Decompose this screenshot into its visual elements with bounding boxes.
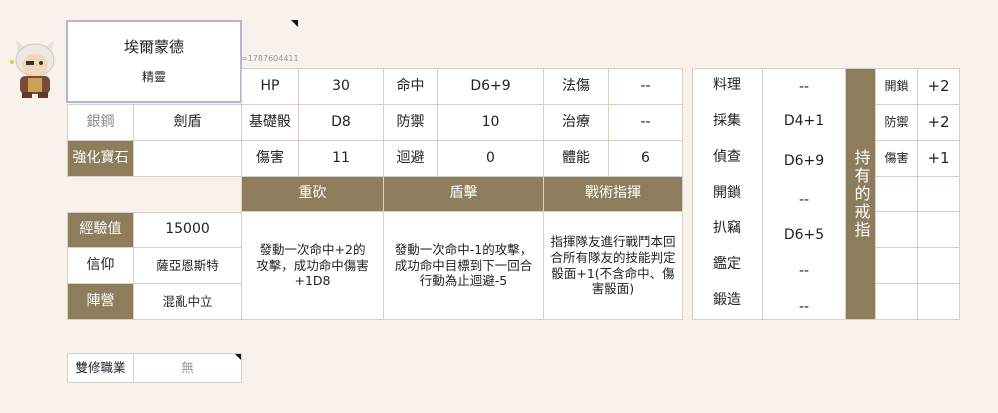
life-skill-label: 扒竊 [713,220,741,237]
life-skill-value: -- [798,192,810,209]
skill-desc: 發動一次命中+2的攻擊，成功命中傷害+1D8 [241,211,384,320]
stam-label: 體能 [543,140,609,177]
character-name: 埃爾蒙德 [123,37,184,56]
hit-label: 命中 [383,68,438,105]
ring-label: 防禦 [875,104,918,141]
dual-class-label: 雙修職業 [67,353,134,383]
skill-name: 戰術指揮 [543,176,683,212]
base-dice-value: D8 [298,104,384,141]
life-skill-value: -- [798,299,810,316]
stam-value: 6 [608,140,683,177]
exp-label: 經驗值 [67,212,134,248]
ring-empty-cell [875,211,918,248]
life-skill-value: -- [798,263,810,280]
ring-empty-cell [917,247,960,284]
ring-empty-cell [917,283,960,320]
dmg-label: 傷害 [241,140,299,177]
def-label: 防禦 [383,104,438,141]
rank-value: 劍盾 [133,104,242,141]
skill-desc: 指揮隊友進行戰鬥本回合所有隊友的技能判定骰面+1(不含命中、傷害骰面) [543,211,683,320]
heal-value: -- [608,104,683,141]
hp-value: 30 [298,68,384,105]
life-skill-label: 偵查 [713,149,741,166]
life-skill-label: 料理 [713,77,741,94]
eva-label: 迴避 [383,140,438,177]
life-skill-value: D6+9 [783,153,825,170]
gem-value[interactable] [133,140,242,177]
avatar-icon [10,40,55,98]
ring-value: +2 [917,104,960,141]
life-skill-label: 開鎖 [713,185,741,202]
faith-label: 信仰 [67,247,134,284]
life-skill-label: 鍛造 [713,292,741,309]
base-dice-label: 基礎骰 [241,104,299,141]
ring-label: 傷害 [875,140,918,177]
faith-value: 薩亞恩斯特 [133,247,242,284]
mdmg-value: -- [608,68,683,105]
marker-icon [291,20,298,27]
life-skill-label: 鑑定 [713,256,741,273]
character-race: 精靈 [141,70,166,85]
heal-label: 治療 [543,104,609,141]
eva-value: 0 [437,140,544,177]
ring-empty-cell [875,176,918,212]
dual-class-value[interactable]: 無 [133,353,242,383]
mdmg-label: 法傷 [543,68,609,105]
ring-empty-cell [875,247,918,284]
ring-value: +2 [917,68,960,105]
life-skill-label: 採集 [713,113,741,130]
life-skill-value: D6+5 [783,227,825,244]
dmg-value: 11 [298,140,384,177]
ring-empty-cell [875,283,918,320]
life-skill-value: -- [798,79,810,96]
character-id: =1787604411 [241,54,299,63]
def-value: 10 [437,104,544,141]
ring-label: 開鎖 [875,68,918,105]
avatar [6,38,64,100]
gem-label: 強化寶石 [67,140,134,177]
ring-empty-cell [917,176,960,212]
exp-value: 15000 [133,212,242,248]
ring-value: +1 [917,140,960,177]
rank-label: 銀鋼 [67,104,134,141]
skill-desc: 發動一次命中-1的攻擊，成功命中目標到下一回合行動為止迴避-5 [383,211,544,320]
hit-value: D6+9 [437,68,544,105]
rings-title: 持有的戒指 [845,68,876,320]
ring-empty-cell [917,211,960,248]
skill-name: 盾擊 [383,176,544,212]
character-name-box: 埃爾蒙德 精靈 [66,20,242,103]
life-skill-value: D4+1 [783,113,825,130]
skill-name: 重砍 [241,176,384,212]
camp-value: 混亂中立 [133,283,242,320]
hp-label: HP [241,68,299,105]
camp-label: 陣營 [67,283,134,320]
